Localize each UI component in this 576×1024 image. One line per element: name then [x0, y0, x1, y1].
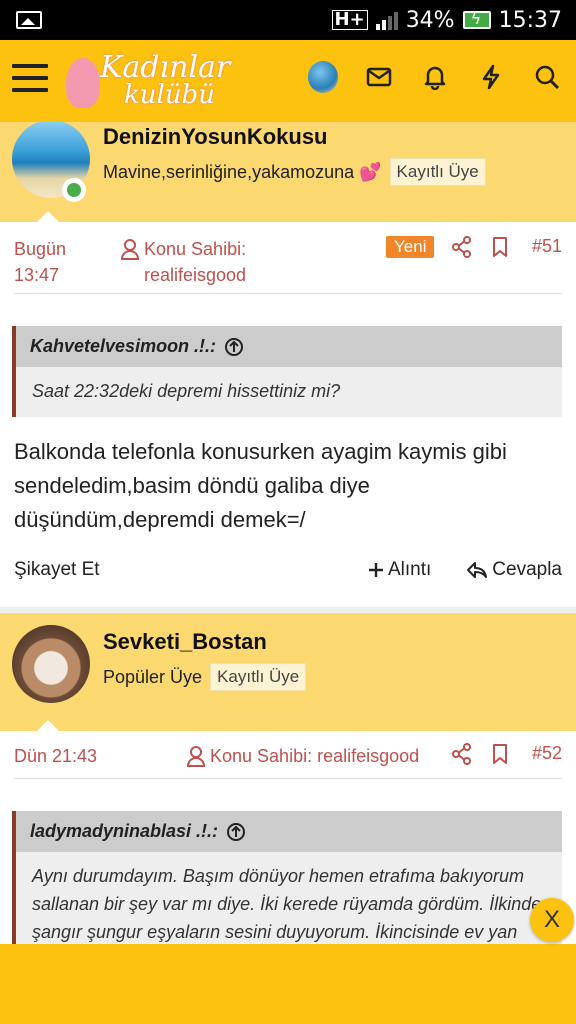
- share-icon[interactable]: [452, 236, 472, 258]
- avatar[interactable]: [308, 61, 338, 93]
- quote-header[interactable]: Kahvetelvesimoon .!.:: [16, 326, 562, 367]
- battery-charging-icon: [462, 9, 491, 29]
- thread-owner: Konu Sahibi: realifeisgood: [120, 236, 246, 288]
- user-avatar[interactable]: [12, 625, 90, 703]
- site-logo[interactable]: Kadınlar kulübü: [64, 48, 230, 112]
- post-header: Sevketi_Bostan Popüler Üye Kayıtlı Üye: [0, 613, 576, 732]
- up-arrow-circle-icon: [225, 337, 244, 356]
- person-icon: [186, 746, 206, 767]
- user-title: Mavine,serinliğine,yakamozuna 💕 Kayıtlı …: [103, 158, 486, 186]
- signal-icon: [375, 10, 398, 30]
- new-badge: Yeni: [386, 236, 435, 258]
- ad-banner[interactable]: [0, 944, 576, 1024]
- bolt-icon[interactable]: [476, 62, 506, 92]
- flower-logo-icon: [66, 58, 100, 108]
- post-body: Balkonda telefonla konusurken ayagim kay…: [14, 439, 507, 532]
- post-meta: Bugün 13:47 Konu Sahibi: realifeisgood Y…: [14, 222, 562, 294]
- quote-header[interactable]: ladymadyninablasi .!.:: [16, 811, 562, 852]
- post-date[interactable]: Dün 21:43: [14, 743, 97, 769]
- bookmark-icon[interactable]: [492, 743, 508, 765]
- quote-text: Aynı durumdayım. Başım dönüyor hemen etr…: [32, 866, 542, 942]
- close-ad-button[interactable]: X: [530, 898, 574, 942]
- person-icon: [120, 239, 140, 260]
- status-bar: H+ 34% 15:37: [0, 0, 576, 40]
- post-actions: Şikayet Et Alıntı Cevapla: [14, 537, 562, 601]
- quote-block: ladymadyninablasi .!.: Aynı durumdayım. …: [12, 811, 562, 944]
- user-title: Popüler Üye Kayıtlı Üye: [103, 663, 307, 691]
- up-arrow-circle-icon: [227, 822, 246, 841]
- post-date[interactable]: Bugün 13:47: [14, 236, 66, 288]
- username[interactable]: Sevketi_Bostan: [103, 629, 267, 655]
- quote-block: Kahvetelvesimoon .!.: Saat 22:32deki dep…: [12, 326, 562, 417]
- member-badge: Kayıtlı Üye: [210, 663, 307, 691]
- bookmark-icon[interactable]: [492, 236, 508, 258]
- quote-author: Kahvetelvesimoon .!.:: [30, 336, 217, 356]
- reply-button[interactable]: Cevapla: [466, 559, 562, 581]
- network-type: H+: [331, 10, 368, 30]
- plus-icon: [369, 563, 383, 577]
- post-meta: Dün 21:43 Konu Sahibi: realifeisgood #52: [14, 731, 562, 779]
- post-number[interactable]: #51: [532, 236, 562, 257]
- menu-icon[interactable]: [12, 64, 48, 94]
- app-bar: Kadınlar kulübü: [0, 40, 576, 122]
- post-header: DenizinYosunKokusu Mavine,serinliğine,ya…: [0, 122, 576, 223]
- quote-text: Saat 22:32deki depremi hissettiniz mi?: [32, 381, 341, 401]
- quote-author: ladymadyninablasi .!.:: [30, 821, 219, 841]
- username[interactable]: DenizinYosunKokusu: [103, 124, 328, 150]
- battery-percent: 34%: [405, 7, 455, 33]
- search-icon[interactable]: [532, 62, 562, 92]
- share-icon[interactable]: [452, 743, 472, 765]
- thread-content[interactable]: DenizinYosunKokusu Mavine,serinliğine,ya…: [0, 122, 576, 944]
- bell-icon[interactable]: [420, 62, 450, 92]
- quote-button[interactable]: Alıntı: [368, 559, 431, 581]
- member-badge: Kayıtlı Üye: [389, 158, 486, 186]
- reply-icon: [467, 562, 488, 578]
- report-button[interactable]: Şikayet Et: [14, 559, 100, 581]
- mail-icon[interactable]: [364, 62, 394, 92]
- online-status-icon: [62, 178, 86, 202]
- gallery-notification-icon: [16, 11, 42, 29]
- clock: 15:37: [498, 7, 562, 33]
- thread-owner: Konu Sahibi: realifeisgood: [186, 743, 419, 769]
- post-number[interactable]: #52: [532, 743, 562, 764]
